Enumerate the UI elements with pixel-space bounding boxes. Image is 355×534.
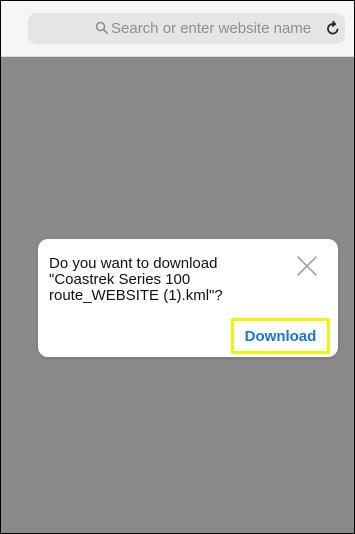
address-bar[interactable]: Search or enter website name [28,13,345,44]
close-button[interactable] [293,252,321,280]
download-button-highlight: Download [231,318,330,354]
reload-icon[interactable] [324,19,342,37]
download-button[interactable]: Download [234,321,327,351]
close-icon [293,252,321,280]
search-icon [95,21,109,35]
download-message-line-1: Do you want to download [49,255,218,272]
download-message-line-2: "Coastrek Series 100 [49,271,191,288]
download-dialog: Do you want to download "Coastrek Series… [38,239,338,357]
download-message-line-3: route_WEBSITE (1).kml"? [49,287,223,304]
browser-window: Search or enter website name Do you want… [0,0,355,534]
download-message: Do you want to download "Coastrek Series… [49,256,279,304]
browser-toolbar: Search or enter website name [1,1,354,57]
address-placeholder: Search or enter website name [111,20,312,37]
